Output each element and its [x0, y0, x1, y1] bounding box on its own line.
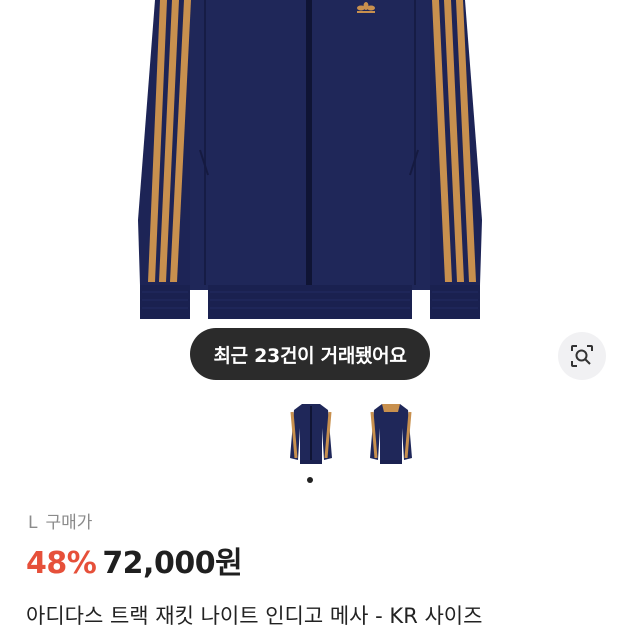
image-search-button[interactable] [558, 332, 606, 380]
recent-trades-badge: 최근 23건이 거래됐어요 [190, 328, 430, 380]
gallery-thumbnail-front[interactable] [280, 398, 342, 470]
price-type-label: L 구매가 [28, 508, 92, 533]
sale-price: 72,000원 [102, 546, 243, 581]
product-main-image[interactable] [0, 0, 620, 330]
price-row: 48% 72,000원 [26, 538, 243, 582]
jacket-illustration [138, 0, 482, 319]
size-label: L [28, 513, 38, 533]
recent-trades-text: 최근 23건이 거래됐어요 [213, 344, 407, 367]
gallery-page-indicator [307, 477, 313, 483]
product-title: 아디다스 트랙 재킷 나이트 인디고 메사 - KR 사이즈 [26, 604, 483, 628]
thumbnail-jacket-image [370, 404, 412, 464]
discount-rate: 48% [26, 546, 97, 581]
thumbnail-jacket-image [290, 404, 332, 464]
gallery-thumbnail-back[interactable] [360, 398, 422, 470]
image-search-icon [571, 345, 593, 367]
price-kind: 구매가 [45, 513, 93, 533]
